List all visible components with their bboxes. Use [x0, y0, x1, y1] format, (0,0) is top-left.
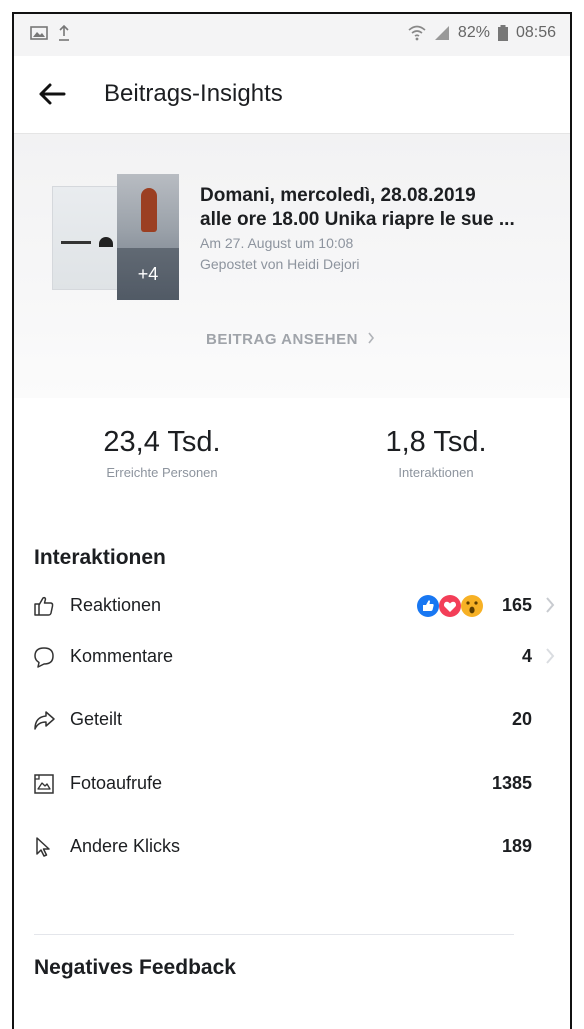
- wifi-icon: [408, 25, 426, 41]
- clock: 08:56: [515, 24, 556, 41]
- metric-value-shares: 20: [511, 709, 532, 729]
- phone-frame: 82% 08:56 Beitrags-Insights +4 Domani, m…: [12, 12, 572, 1029]
- metric-row-shares: Geteilt 20: [14, 695, 570, 745]
- interactions-label: Interaktionen: [398, 465, 474, 480]
- photo-icon: [34, 774, 54, 794]
- reaction-icons: [417, 595, 483, 617]
- battery-percentage: 82%: [457, 24, 490, 41]
- metric-label-reactions: Reaktionen: [70, 595, 162, 615]
- interactions-section-title: Interaktionen: [34, 546, 166, 569]
- metric-value-photo-views: 1385: [491, 773, 532, 793]
- metric-label-comments: Kommentare: [70, 646, 174, 666]
- battery-icon: [497, 25, 508, 41]
- status-bar: 82% 08:56: [14, 14, 570, 56]
- status-right: 82% 08:56: [408, 24, 556, 42]
- more-images-count: +4: [117, 248, 179, 300]
- metric-row-reactions[interactable]: Reaktionen 165: [14, 581, 570, 631]
- wow-reaction-icon: [461, 595, 483, 617]
- metric-label-shares: Geteilt: [70, 709, 123, 729]
- signal-icon: [434, 26, 449, 40]
- post-date: Am 27. August um 10:08: [200, 235, 354, 251]
- view-post-label: BEITRAG ANSEHEN: [206, 331, 358, 348]
- metric-row-comments[interactable]: Kommentare 4: [14, 632, 570, 682]
- chevron-right-icon: [546, 648, 555, 664]
- back-button[interactable]: [36, 80, 68, 108]
- interactions-stat: 1,8 Tsd. Interaktionen: [306, 426, 566, 480]
- post-preview[interactable]: +4 Domani, mercoledì, 28.08.2019 alle or…: [14, 134, 570, 398]
- post-author: Gepostet von Heidi Dejori: [200, 256, 360, 272]
- post-text: Domani, mercoledì, 28.08.2019 alle ore 1…: [200, 184, 570, 274]
- metric-row-other-clicks: Andere Klicks 189: [14, 822, 570, 872]
- chevron-right-icon: [546, 597, 555, 613]
- thumbs-up-icon: [34, 596, 54, 616]
- comment-icon: [34, 647, 54, 668]
- post-title-line-1: Domani, mercoledì, 28.08.2019: [200, 185, 476, 206]
- post-thumbnail-2: +4: [117, 174, 179, 300]
- chevron-right-icon: [368, 332, 374, 344]
- upload-notification-icon: [59, 24, 69, 41]
- status-left: [30, 24, 70, 42]
- section-divider: [34, 934, 514, 935]
- app-header: Beitrags-Insights: [14, 56, 570, 134]
- cursor-icon: [36, 837, 50, 857]
- negative-feedback-section-title: Negatives Feedback: [34, 956, 236, 979]
- reach-value: 23,4 Tsd.: [103, 426, 221, 458]
- metric-value-reactions: 165: [501, 595, 532, 615]
- metric-label-other-clicks: Andere Klicks: [70, 836, 181, 856]
- share-icon: [34, 711, 55, 730]
- reach-label: Erreichte Personen: [106, 465, 218, 480]
- page-title: Beitrags-Insights: [104, 80, 283, 107]
- metric-row-photo-views: Fotoaufrufe 1385: [14, 759, 570, 809]
- back-arrow-icon: [39, 83, 66, 105]
- interactions-value: 1,8 Tsd.: [385, 426, 487, 458]
- post-title-line-2: alle ore 18.00 Unika riapre le sue ...: [200, 209, 515, 230]
- metric-value-comments: 4: [521, 646, 532, 666]
- reach-stat: 23,4 Tsd. Erreichte Personen: [32, 426, 292, 480]
- metric-value-other-clicks: 189: [501, 836, 532, 856]
- metric-label-photo-views: Fotoaufrufe: [70, 773, 163, 793]
- image-notification-icon: [30, 26, 48, 40]
- view-post-link[interactable]: BEITRAG ANSEHEN: [206, 331, 375, 348]
